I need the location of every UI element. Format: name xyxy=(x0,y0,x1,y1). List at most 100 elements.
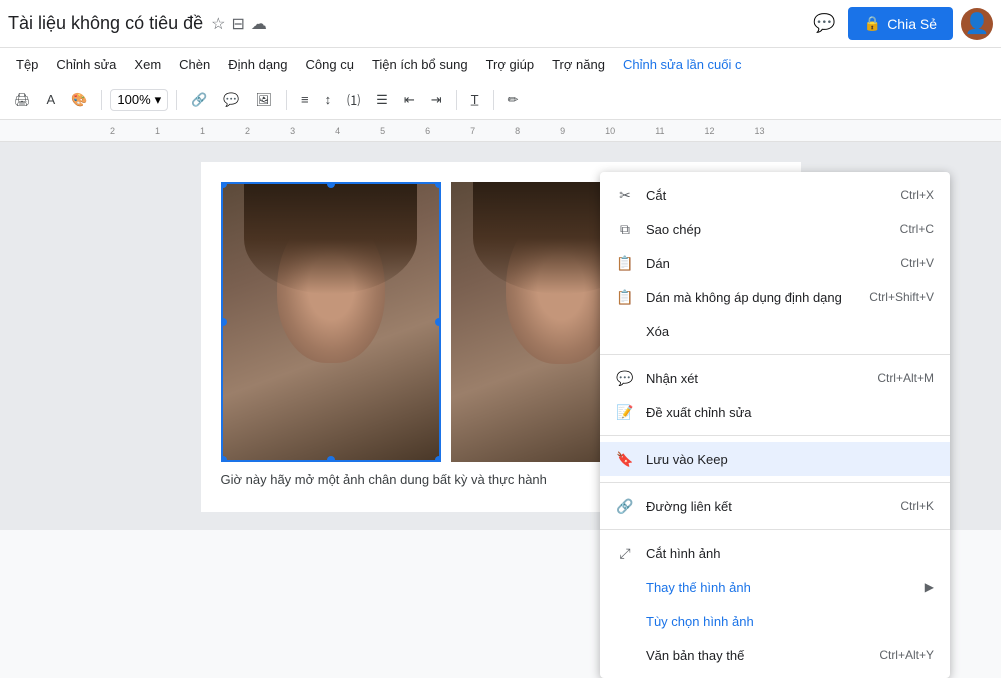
handle-bl[interactable] xyxy=(221,456,227,462)
ctx-link-shortcut: Ctrl+K xyxy=(900,499,934,513)
handle-br[interactable] xyxy=(435,456,441,462)
toolbar-comment[interactable]: 💬 xyxy=(217,88,245,112)
ctx-delete-label: Xóa xyxy=(646,324,669,339)
toolbar-list-bullet[interactable]: ☰ xyxy=(370,88,394,112)
ctx-comment-label: Nhận xét xyxy=(646,371,698,386)
menu-insert[interactable]: Chèn xyxy=(171,53,218,76)
ctx-options[interactable]: Tùy chọn hình ảnh xyxy=(600,604,950,638)
keep-icon: 🔖 xyxy=(616,450,634,468)
menu-file[interactable]: Tệp xyxy=(8,53,46,76)
ctx-copy-label: Sao chép xyxy=(646,222,701,237)
ctx-suggest-label: Đề xuất chỉnh sửa xyxy=(646,405,752,420)
main-area: Giờ này hãy mở một ảnh chân dung bất kỳ … xyxy=(0,142,1001,530)
ctx-comment-shortcut: Ctrl+Alt+M xyxy=(877,371,934,385)
ctx-link[interactable]: 🔗 Đường liên kết Ctrl+K xyxy=(600,489,950,523)
ruler-marks: 2112345678910111213 xyxy=(110,126,765,136)
user-avatar[interactable]: 👤 xyxy=(961,8,993,40)
menu-addons[interactable]: Tiện ích bổ sung xyxy=(364,53,476,76)
lock-icon: 🔒 xyxy=(864,15,881,32)
share-button[interactable]: 🔒 Chia Sẻ xyxy=(848,7,953,40)
paste-icon: 📋 xyxy=(616,254,634,272)
handle-mr[interactable] xyxy=(435,318,441,326)
doc-title: Tài liệu không có tiêu đề xyxy=(8,13,203,34)
ctx-keep[interactable]: 🔖 Lưu vào Keep xyxy=(600,442,950,476)
delete-icon xyxy=(616,322,634,340)
ctx-paste-plain-label: Dán mà không áp dụng định dạng xyxy=(646,290,842,305)
ctx-alt-text-label: Văn bản thay thế xyxy=(646,648,744,663)
title-icons: ☆ ⊟ ☁ xyxy=(211,14,267,34)
ctx-crop[interactable]: ⤢ Cắt hình ảnh xyxy=(600,536,950,570)
crop-icon: ⤢ xyxy=(616,544,634,562)
ctx-paste-label: Dán xyxy=(646,256,670,271)
toolbar-paint[interactable]: 🎨 xyxy=(65,88,93,112)
context-menu: ✂ Cắt Ctrl+X ⧉ Sao chép Ctrl+C 📋 Dán Ctr… xyxy=(600,172,950,678)
ruler: 2112345678910111213 xyxy=(0,120,1001,142)
menu-last-edit[interactable]: Chỉnh sửa lần cuối c xyxy=(615,53,750,76)
ctx-suggest[interactable]: 📝 Đề xuất chỉnh sửa xyxy=(600,395,950,429)
ctx-crop-label: Cắt hình ảnh xyxy=(646,546,720,561)
star-icon[interactable]: ☆ xyxy=(211,14,225,34)
ctx-link-label: Đường liên kết xyxy=(646,499,732,514)
suggest-icon: 📝 xyxy=(616,403,634,421)
portrait-1 xyxy=(223,184,439,460)
share-label: Chia Sẻ xyxy=(887,16,937,32)
submenu-arrow: ▶ xyxy=(925,580,934,594)
top-bar-right: 💬 🔒 Chia Sẻ 👤 xyxy=(809,7,993,40)
ctx-alt-text[interactable]: Văn bản thay thế Ctrl+Alt+Y xyxy=(600,638,950,672)
toolbar-align[interactable]: ≡ xyxy=(295,88,315,111)
menu-tools[interactable]: Công cụ xyxy=(298,53,362,76)
link-icon: 🔗 xyxy=(616,497,634,515)
toolbar: 🖨 A 🎨 100% ▾ 🔗 💬 🖼 ≡ ↕ ⑴ ☰ ⇤ ⇥ T̲ ✏ xyxy=(0,80,1001,120)
ctx-cut-label: Cắt xyxy=(646,188,666,203)
ctx-comment[interactable]: 💬 Nhận xét Ctrl+Alt+M xyxy=(600,361,950,395)
menu-format[interactable]: Định dạng xyxy=(220,53,295,76)
toolbar-clear[interactable]: T̲ xyxy=(465,88,485,111)
separator-3 xyxy=(286,90,287,110)
copy-icon: ⧉ xyxy=(616,220,634,238)
replace-icon xyxy=(616,578,634,596)
toolbar-list-num[interactable]: ⑴ xyxy=(341,86,366,113)
ctx-replace-label: Thay thế hình ảnh xyxy=(646,580,751,595)
folder-icon[interactable]: ⊟ xyxy=(231,14,244,34)
top-bar-left: Tài liệu không có tiêu đề ☆ ⊟ ☁ xyxy=(8,13,267,34)
cut-icon: ✂ xyxy=(616,186,634,204)
cloud-icon[interactable]: ☁ xyxy=(251,14,267,34)
toolbar-image[interactable]: 🖼 xyxy=(250,88,279,112)
zoom-chevron: ▾ xyxy=(155,92,162,108)
toolbar-print[interactable]: 🖨 xyxy=(8,88,37,112)
separator-1 xyxy=(101,90,102,110)
toolbar-linespacing[interactable]: ↕ xyxy=(319,88,338,111)
toolbar-indent-dec[interactable]: ⇤ xyxy=(398,88,421,112)
menu-view[interactable]: Xem xyxy=(126,53,169,76)
ctx-paste-shortcut: Ctrl+V xyxy=(900,256,934,270)
menu-help[interactable]: Trợ giúp xyxy=(478,53,543,76)
separator-4 xyxy=(456,90,457,110)
zoom-control[interactable]: 100% ▾ xyxy=(110,89,168,111)
toolbar-link[interactable]: 🔗 xyxy=(185,88,213,112)
toolbar-indent-inc[interactable]: ⇥ xyxy=(425,88,448,112)
ctx-paste[interactable]: 📋 Dán Ctrl+V xyxy=(600,246,950,280)
ctx-delete[interactable]: Xóa xyxy=(600,314,950,348)
image-1-selected[interactable] xyxy=(221,182,441,462)
menu-bar: Tệp Chỉnh sửa Xem Chèn Định dạng Công cụ… xyxy=(0,48,1001,80)
ctx-paste-plain[interactable]: 📋 Dán mà không áp dụng định dạng Ctrl+Sh… xyxy=(600,280,950,314)
ctx-copy-shortcut: Ctrl+C xyxy=(900,222,934,236)
options-icon xyxy=(616,612,634,630)
toolbar-pen[interactable]: ✏ xyxy=(502,88,525,112)
menu-edit[interactable]: Chỉnh sửa xyxy=(48,53,124,76)
handle-bm[interactable] xyxy=(327,456,335,462)
ctx-cut-shortcut: Ctrl+X xyxy=(900,188,934,202)
separator-ctx-1 xyxy=(600,354,950,355)
separator-ctx-3 xyxy=(600,482,950,483)
ctx-alt-text-shortcut: Ctrl+Alt+Y xyxy=(879,648,934,662)
toolbar-spell[interactable]: A xyxy=(41,88,62,111)
ctx-replace[interactable]: Thay thế hình ảnh ▶ xyxy=(600,570,950,604)
ctx-cut[interactable]: ✂ Cắt Ctrl+X xyxy=(600,178,950,212)
top-bar: Tài liệu không có tiêu đề ☆ ⊟ ☁ 💬 🔒 Chia… xyxy=(0,0,1001,48)
separator-5 xyxy=(493,90,494,110)
comment-button[interactable]: 💬 xyxy=(809,9,839,38)
ctx-keep-label: Lưu vào Keep xyxy=(646,452,728,467)
separator-ctx-2 xyxy=(600,435,950,436)
ctx-copy[interactable]: ⧉ Sao chép Ctrl+C xyxy=(600,212,950,246)
menu-accessibility[interactable]: Trợ năng xyxy=(544,53,613,76)
